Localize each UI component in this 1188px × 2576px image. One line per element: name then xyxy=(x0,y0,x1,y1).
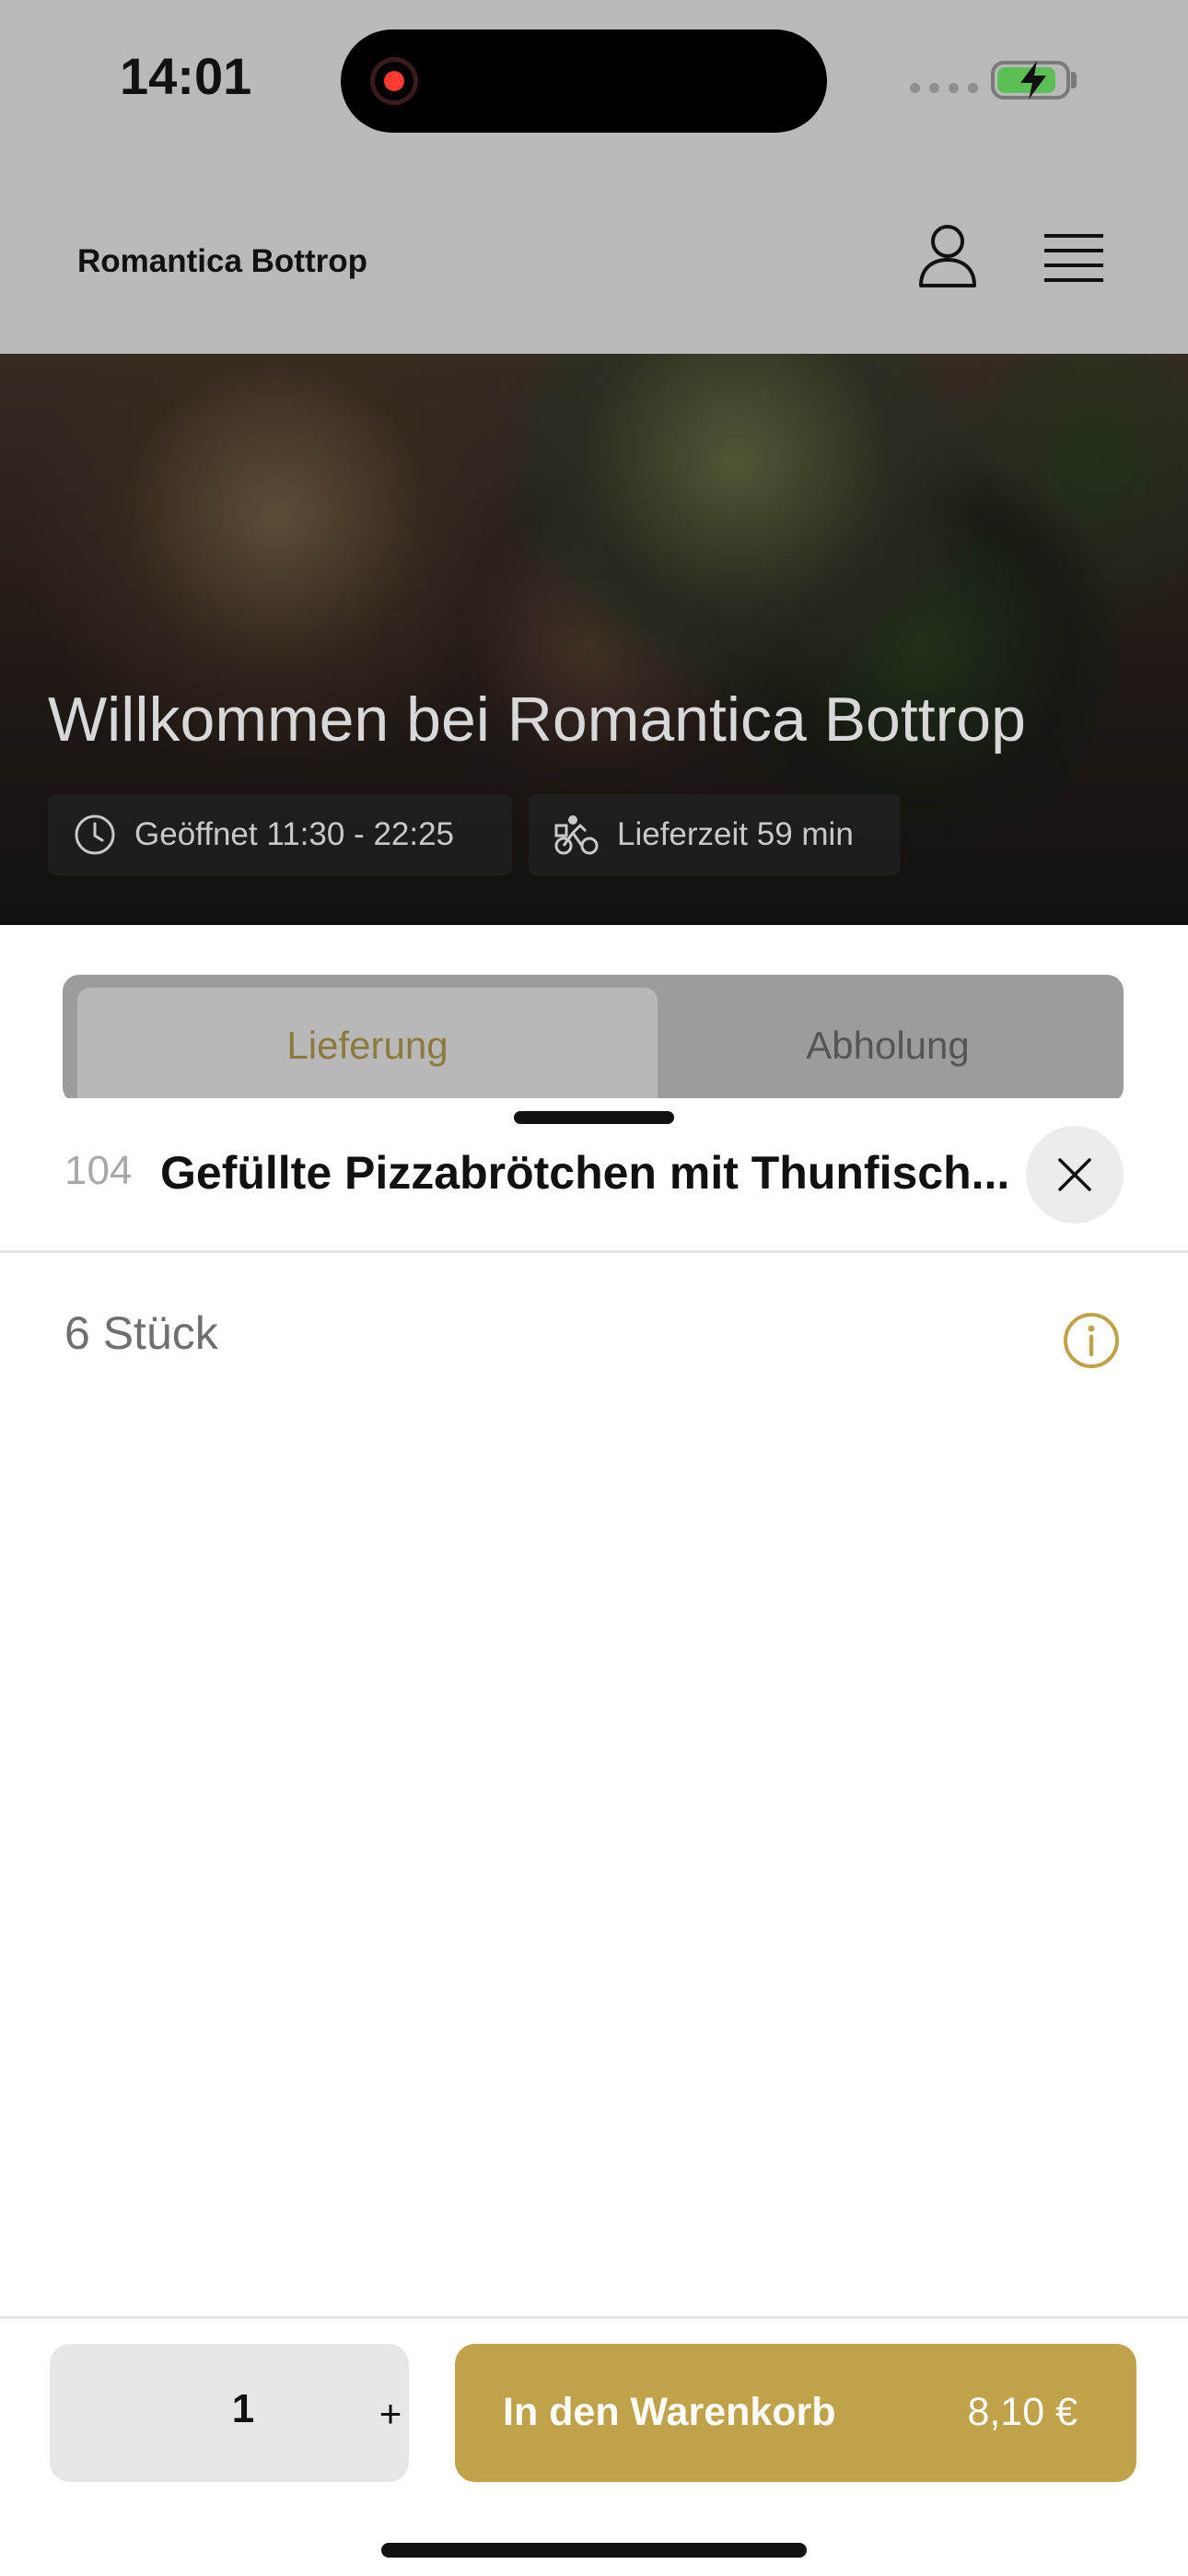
status-time: 14:01 xyxy=(120,47,252,105)
cellular-signal-icon xyxy=(910,83,978,93)
charging-bolt-icon xyxy=(1020,61,1046,100)
tab-pickup[interactable]: Abholung xyxy=(658,988,1118,1104)
home-indicator[interactable] xyxy=(381,2543,807,2558)
app-header: Romantica Bottrop xyxy=(0,166,1188,354)
item-description: 6 Stück xyxy=(64,1307,218,1359)
bicycle-courier-icon xyxy=(554,815,599,855)
welcome-title: Willkommen bei Romantica Bottrop xyxy=(48,685,1026,755)
add-to-cart-button[interactable]: In den Warenkorb 8,10 € xyxy=(455,2344,1136,2482)
close-icon xyxy=(1058,1158,1091,1191)
opening-hours-badge: Geöffnet 11:30 - 22:25 xyxy=(48,794,512,875)
item-title: Gefüllte Pizzabrötchen mit Thunfisch... xyxy=(160,1147,1010,1199)
restaurant-name: Romantica Bottrop xyxy=(77,243,367,279)
tab-delivery[interactable]: Lieferung xyxy=(77,988,658,1104)
user-icon[interactable] xyxy=(917,223,978,289)
dynamic-island xyxy=(341,29,827,133)
record-icon xyxy=(370,57,418,105)
hamburger-menu-icon[interactable] xyxy=(1044,232,1103,284)
hero-banner: Willkommen bei Romantica Bottrop Geöffne… xyxy=(0,354,1188,925)
battery-tip xyxy=(1071,72,1077,88)
close-button[interactable] xyxy=(1026,1126,1124,1224)
quantity-stepper: 1 + xyxy=(50,2344,409,2482)
opening-hours-label: Geöffnet 11:30 - 22:25 xyxy=(134,816,455,852)
order-mode-toggle: Lieferung Abholung xyxy=(63,975,1124,1104)
delivery-time-label: Lieferzeit 59 min xyxy=(617,816,854,852)
bottom-bar-divider xyxy=(0,2316,1188,2319)
sheet-divider xyxy=(0,1250,1188,1253)
info-icon[interactable] xyxy=(1063,1312,1120,1369)
item-number: 104 xyxy=(64,1148,133,1193)
increment-button[interactable]: + xyxy=(354,2377,427,2451)
delivery-time-badge: Lieferzeit 59 min xyxy=(529,794,901,875)
clock-icon xyxy=(75,814,115,855)
sheet-grabber[interactable] xyxy=(514,1111,674,1124)
add-to-cart-label: In den Warenkorb xyxy=(503,2390,836,2434)
status-bar: 14:01 xyxy=(0,0,1188,166)
quantity-value: 1 xyxy=(231,2386,255,2431)
item-price: 8,10 € xyxy=(967,2390,1077,2434)
